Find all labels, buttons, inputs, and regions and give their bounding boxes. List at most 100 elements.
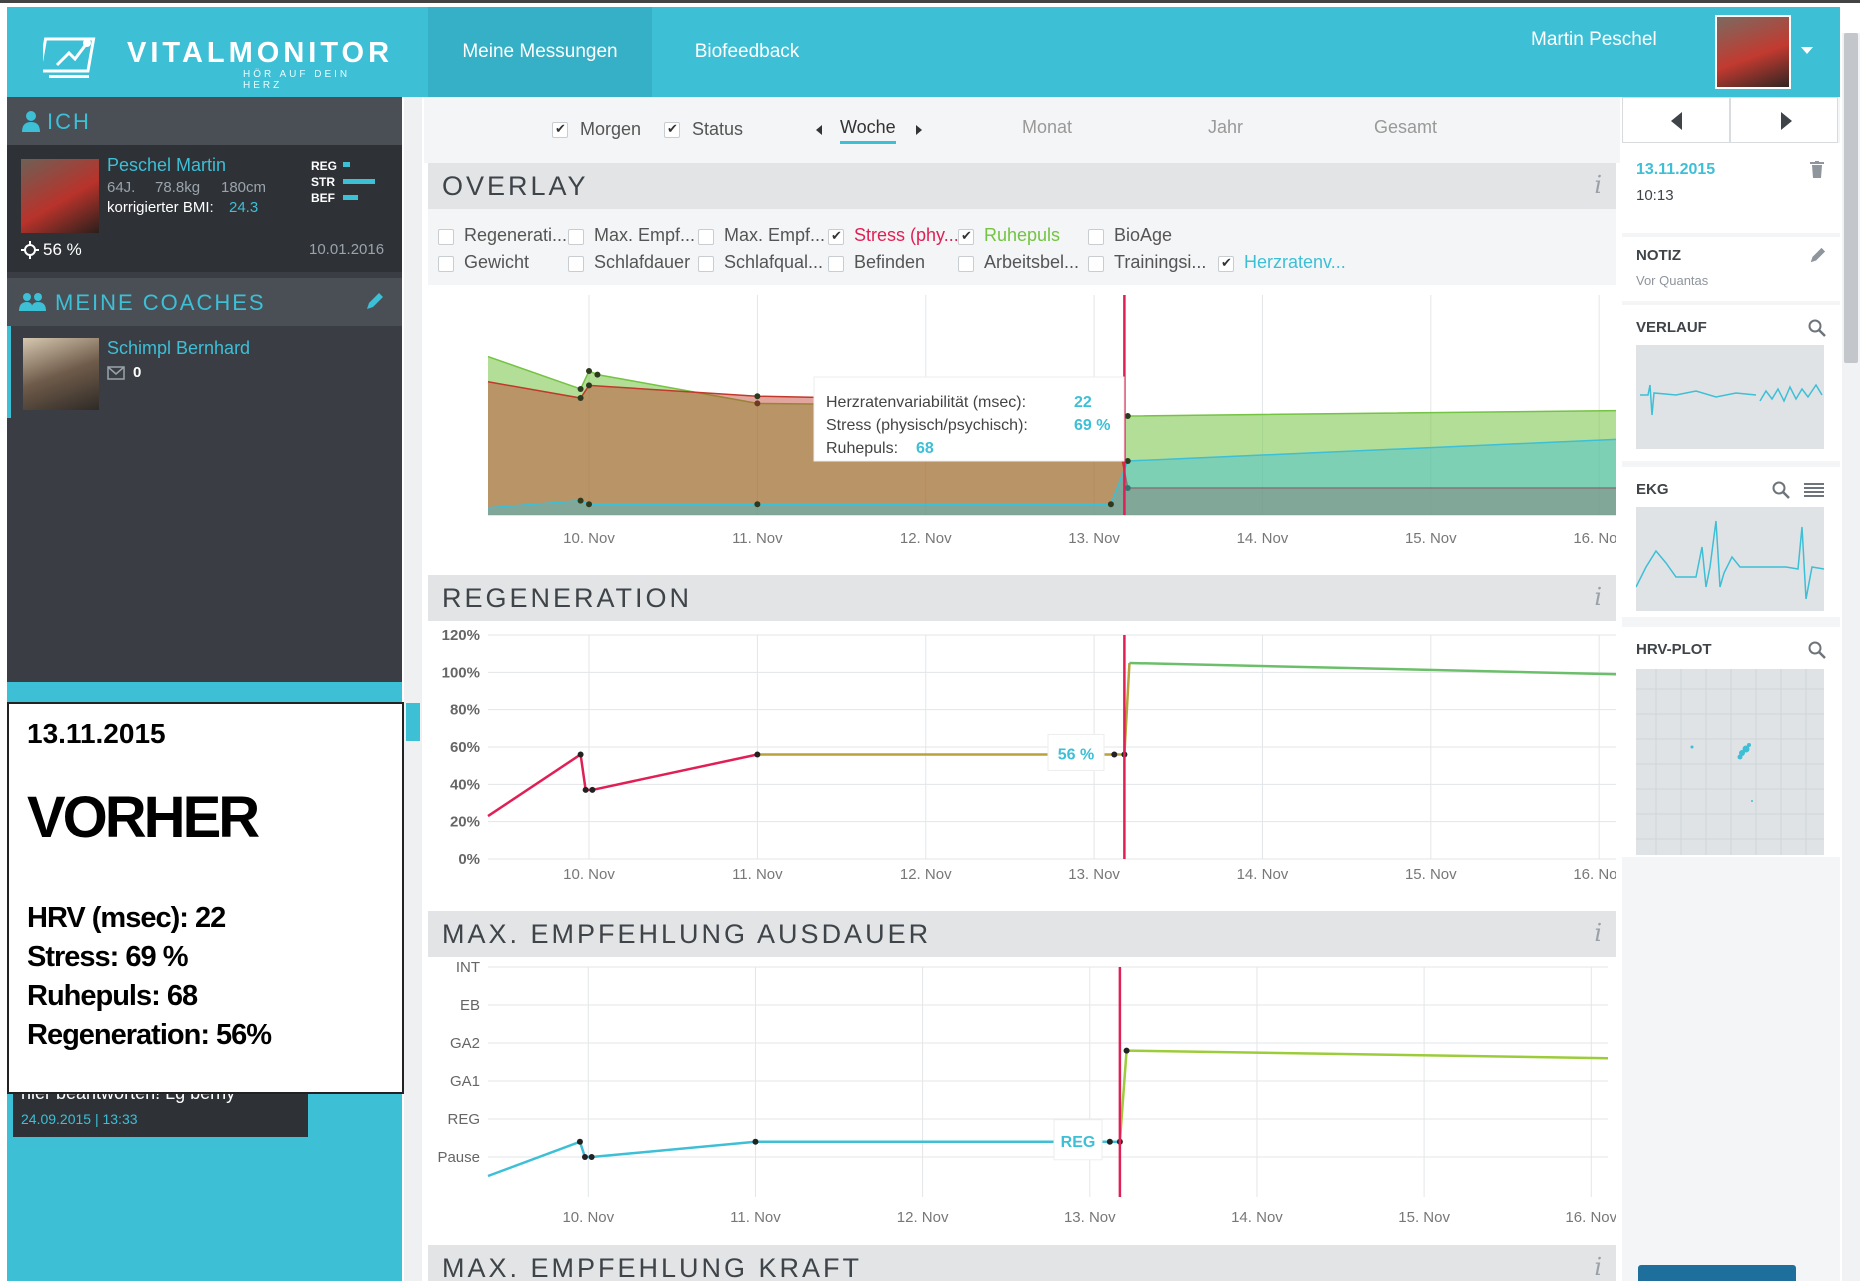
verlauf-thumbnail[interactable] [1636,345,1824,449]
period-woche[interactable]: Woche [840,117,896,144]
scroll-thumb[interactable] [406,703,420,741]
overlay-option-label[interactable]: Gewicht [464,252,529,273]
tooltip-label: Ruhepuls: [826,440,898,457]
pencil-icon[interactable] [1808,247,1826,265]
data-point [577,497,584,504]
overlay-option-checkbox[interactable] [568,256,584,272]
magnifier-icon[interactable] [1772,481,1790,499]
overlay-option-label[interactable]: Ruhepuls [984,225,1060,246]
overlay-option-checkbox[interactable] [1088,229,1104,245]
logo-icon [43,37,96,78]
magnifier-icon[interactable] [1808,641,1826,659]
overlay-option-checkbox[interactable] [828,228,844,245]
overlay-option-label[interactable]: Max. Empf... [724,225,825,246]
overlay-option-label[interactable]: Befinden [854,252,925,273]
overlay-option-checkbox[interactable] [958,228,974,245]
checkbox-status[interactable] [664,121,680,138]
overlay-option-label[interactable]: Max. Empf... [594,225,695,246]
regen-segment [487,753,582,818]
overlay-option-checkbox[interactable] [828,256,844,272]
period-monat[interactable]: Monat [1022,117,1072,138]
ekg-thumbnail[interactable] [1635,507,1825,611]
hrv-plot-thumbnail[interactable] [1636,669,1824,855]
info-icon[interactable]: i [1594,583,1602,611]
overlay-option-label[interactable]: Regenerati... [464,225,567,246]
measurement-time: 10:13 [1636,187,1674,204]
hrv-plot-box[interactable]: HRV-PLOT [1622,627,1840,857]
y-tick-label: 40% [450,776,480,793]
ekg-waveform [1635,520,1825,600]
brand-logo[interactable]: VITALMONITOR HÖR AUF DEIN HERZ [43,29,389,91]
ekg-box[interactable]: EKG [1622,467,1840,617]
section-coaches-label: MEINE COACHES [55,290,266,315]
overlay-option-label[interactable]: Stress (phy... [854,225,959,246]
overlay-option-label[interactable]: Arbeitsbel... [984,252,1079,273]
overlay-option-label[interactable]: Trainingsi... [1114,252,1206,273]
label-morgen: Morgen [580,119,642,139]
prev-button[interactable] [1622,97,1730,143]
overlay-option-checkbox[interactable] [438,256,454,272]
tab-meine-messungen[interactable]: Meine Messungen [428,7,652,97]
annotation-note: 13.11.2015 VORHER HRV (msec): 22 Stress:… [7,702,404,1094]
info-icon[interactable]: i [1594,171,1602,199]
note-line-ruhepuls: Ruhepuls: 68 [27,980,198,1012]
coach-item[interactable]: Schimpl Bernhard 0 [7,326,402,418]
x-tick-label: 12. Nov [900,530,952,547]
overlay-option-label[interactable]: Schlafqual... [724,252,823,273]
overlay-option-label[interactable]: BioAge [1114,225,1172,246]
period-gesamt[interactable]: Gesamt [1374,117,1437,138]
x-tick-label: 14. Nov [1237,530,1289,547]
overlay-option-checkbox[interactable] [568,229,584,245]
ausdauer-chart-svg: Pause REG GA1 GA2 EB INT 10. Nov 11. Nov 12. Nov… [437,959,1617,1226]
period-jahr[interactable]: Jahr [1208,117,1243,138]
x-tick-label: 15. Nov [1398,1209,1450,1226]
overlay-option-label[interactable]: Schlafdauer [594,252,690,273]
profile-name[interactable]: Peschel Martin [107,155,226,176]
info-icon[interactable]: i [1594,919,1602,947]
overlay-option-checkbox[interactable] [438,229,454,245]
crosshair-icon [21,241,39,259]
magnifier-icon[interactable] [1808,319,1826,337]
coach-name[interactable]: Schimpl Bernhard [107,338,250,359]
checkbox-morgen[interactable] [552,121,568,138]
period-prev-arrow-icon[interactable] [816,125,822,135]
user-name[interactable]: Martin Peschel [1531,29,1657,51]
kraft-header: MAX. EMPFEHLUNG KRAFT i [428,1245,1616,1281]
regeneration-title: REGENERATION [442,583,693,613]
tab-biofeedback[interactable]: Biofeedback [667,7,827,97]
trash-icon[interactable] [1810,161,1824,178]
section-ich-label: ICH [47,109,91,134]
overlay-option-checkbox[interactable] [698,256,714,272]
pencil-icon[interactable] [364,292,384,312]
overlay-option-checkbox[interactable] [958,256,974,272]
user-menu-caret-icon[interactable] [1801,47,1813,54]
data-point [754,393,761,400]
list-icon[interactable] [1804,482,1824,498]
x-tick-label: 10. Nov [563,530,615,547]
overlay-option-label[interactable]: Herzratenv... [1244,252,1346,273]
overlay-chart: 10. Nov 11. Nov 12. Nov 13. Nov 14. Nov 15. N… [428,285,1626,555]
message-time: 24.09.2015 | 13:33 [21,1111,138,1127]
period-next-arrow-icon[interactable] [916,125,922,135]
user-avatar[interactable] [1715,15,1791,89]
next-button[interactable] [1730,97,1838,143]
verlauf-box[interactable]: VERLAUF [1622,305,1840,461]
x-tick-label: 10. Nov [563,866,615,883]
notiz-box[interactable]: NOTIZ Vor Quantas [1622,237,1840,301]
main-scrollbar[interactable] [404,97,422,1281]
x-tick-label: 11. Nov [732,530,783,547]
ausdauer-title: MAX. EMPFEHLUNG AUSDAUER [442,919,932,949]
y-tick-label: EB [460,997,480,1014]
feedback-button[interactable] [1638,1265,1796,1281]
overlay-option-checkbox[interactable] [1218,255,1234,272]
page-scrollbar[interactable] [1842,33,1860,1281]
overlay-option-checkbox[interactable] [1088,256,1104,272]
hrv-plot-title: HRV-PLOT [1636,641,1712,658]
y-tick-label: 0% [458,851,480,868]
info-icon[interactable]: i [1594,1253,1602,1281]
page-scroll-thumb[interactable] [1844,33,1858,363]
profile-photo [21,159,99,233]
profile-card[interactable]: Peschel Martin 64J. 78.8kg 180cm korrigi… [7,145,402,272]
x-tick-label: 14. Nov [1231,1209,1283,1226]
overlay-option-checkbox[interactable] [698,229,714,245]
